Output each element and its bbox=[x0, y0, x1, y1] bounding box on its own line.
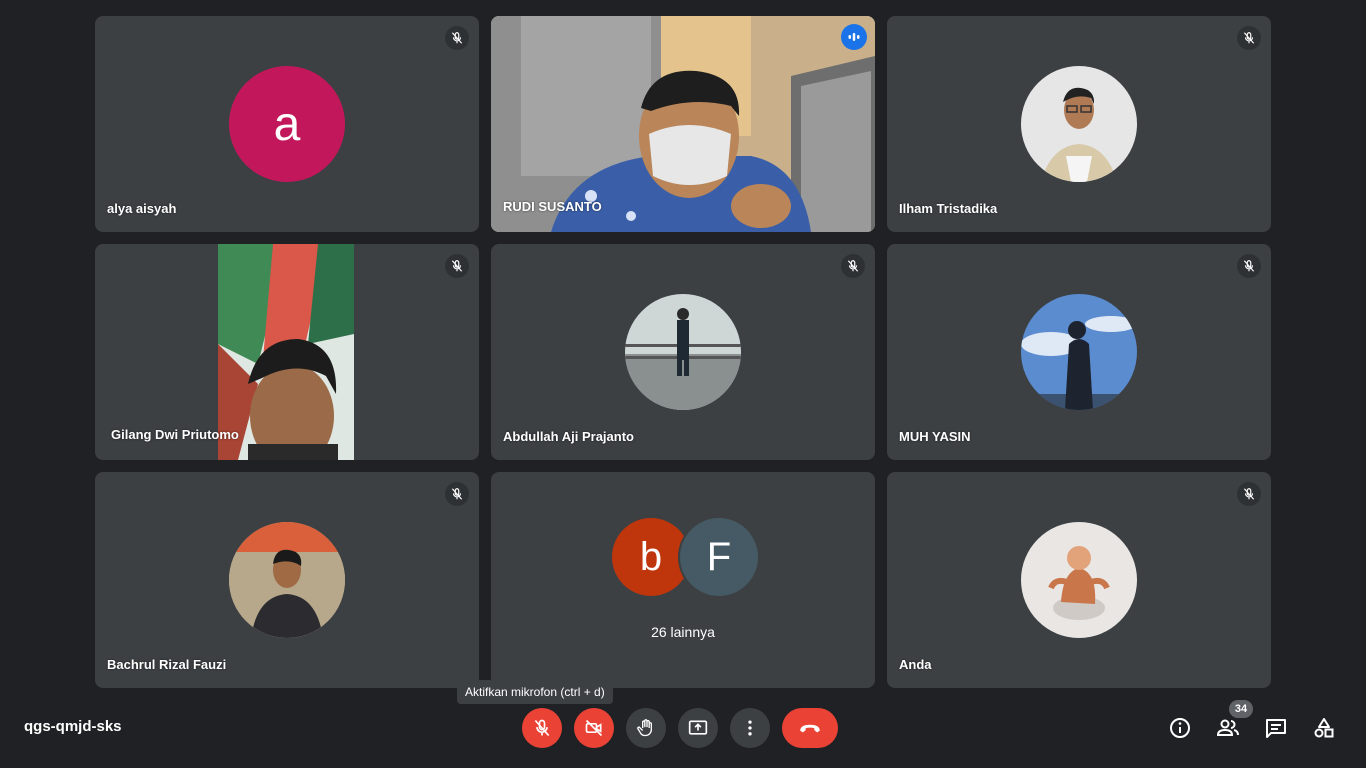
activities-icon bbox=[1314, 718, 1334, 738]
participant-name: Ilham Tristadika bbox=[899, 201, 998, 216]
participant-name: alya aisyah bbox=[107, 201, 177, 216]
participant-tile[interactable]: Abdullah Aji Prajanto bbox=[491, 244, 875, 460]
participant-tile[interactable]: a alya aisyah bbox=[95, 16, 479, 232]
avatar bbox=[625, 294, 741, 410]
camera-toggle-button[interactable] bbox=[574, 708, 614, 748]
leave-call-button[interactable] bbox=[782, 708, 838, 748]
mic-toggle-button[interactable] bbox=[522, 708, 562, 748]
other-participants-tile[interactable]: b F 26 lainnya bbox=[491, 472, 875, 688]
speaking-icon bbox=[841, 24, 867, 50]
avatar: a bbox=[229, 66, 345, 182]
participant-name: Gilang Dwi Priutomo bbox=[111, 427, 239, 442]
participant-name: Anda bbox=[899, 657, 932, 672]
info-icon bbox=[1170, 718, 1190, 738]
chat-button[interactable] bbox=[1262, 714, 1290, 742]
activities-button[interactable] bbox=[1310, 714, 1338, 742]
participant-tile[interactable]: Gilang Dwi Priutomo bbox=[95, 244, 479, 460]
mic-off-icon bbox=[841, 254, 865, 278]
mic-off-icon bbox=[445, 482, 469, 506]
more-vert-icon bbox=[748, 720, 752, 736]
present-icon bbox=[688, 720, 708, 735]
avatar bbox=[229, 522, 345, 638]
self-tile[interactable]: Anda bbox=[887, 472, 1271, 688]
avatar: F bbox=[680, 518, 758, 596]
chat-icon bbox=[1266, 719, 1286, 738]
mic-off-icon bbox=[445, 254, 469, 278]
avatar: b bbox=[612, 518, 690, 596]
participant-tile[interactable]: MUH YASIN bbox=[887, 244, 1271, 460]
avatar bbox=[1021, 66, 1137, 182]
mic-off-icon bbox=[1237, 26, 1261, 50]
participant-tile[interactable]: Ilham Tristadika bbox=[887, 16, 1271, 232]
people-count-badge: 34 bbox=[1229, 700, 1253, 718]
avatar bbox=[1021, 294, 1137, 410]
meeting-code: qgs-qmjd-sks bbox=[24, 718, 122, 735]
participant-name: Bachrul Rizal Fauzi bbox=[107, 657, 227, 672]
call-end-icon bbox=[800, 724, 820, 733]
mic-off-icon bbox=[1237, 254, 1261, 278]
avatar bbox=[1021, 522, 1137, 638]
mic-tooltip: Aktifkan mikrofon (ctrl + d) bbox=[457, 680, 613, 704]
mic-off-icon bbox=[534, 719, 550, 737]
present-screen-button[interactable] bbox=[678, 708, 718, 748]
participant-name: Abdullah Aji Prajanto bbox=[503, 429, 634, 444]
participant-name: MUH YASIN bbox=[899, 429, 971, 444]
hand-icon bbox=[637, 719, 652, 737]
mic-off-icon bbox=[445, 26, 469, 50]
more-options-button[interactable] bbox=[730, 708, 770, 748]
participant-tile[interactable]: Bachrul Rizal Fauzi bbox=[95, 472, 479, 688]
participant-name: RUDI SUSANTO bbox=[503, 199, 602, 214]
people-button[interactable] bbox=[1214, 714, 1242, 742]
mic-off-icon bbox=[1237, 482, 1261, 506]
raise-hand-button[interactable] bbox=[626, 708, 666, 748]
participant-tile-active-speaker[interactable]: RUDI SUSANTO bbox=[491, 16, 875, 232]
meeting-details-button[interactable] bbox=[1166, 714, 1194, 742]
others-count-label: 26 lainnya bbox=[651, 624, 715, 640]
video-off-icon bbox=[585, 719, 603, 737]
people-icon bbox=[1216, 719, 1239, 736]
